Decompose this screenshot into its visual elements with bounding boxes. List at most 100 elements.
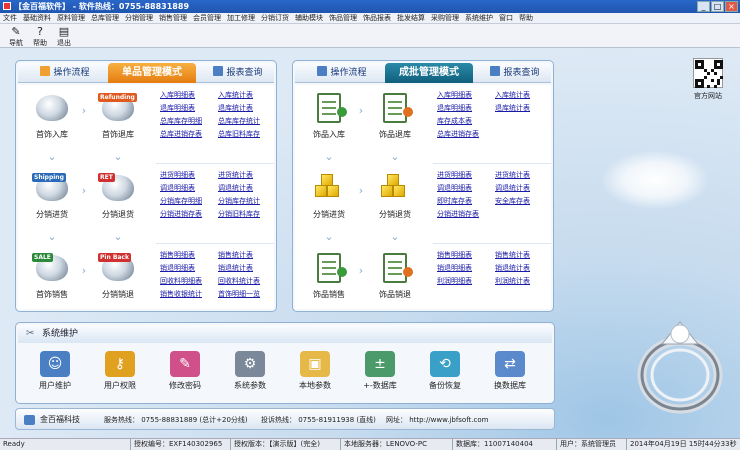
report-link[interactable]: 退库明细表 (437, 102, 472, 114)
report-link[interactable]: 退库明细表 (160, 102, 195, 114)
report-link[interactable]: 退库统计表 (495, 102, 530, 114)
report-link[interactable]: 销售统计表 (218, 249, 253, 261)
close-button[interactable]: × (725, 1, 738, 12)
qr-code[interactable] (693, 58, 723, 88)
report-link[interactable]: 进货统计表 (218, 169, 253, 181)
menu-item[interactable]: 帮助 (516, 13, 536, 24)
report-link[interactable]: 分销旧料库存 (218, 208, 260, 220)
flow-step[interactable]: 首饰入库 (28, 91, 76, 147)
backup-button[interactable]: ⟲ 备份恢复 (418, 351, 472, 399)
report-link[interactable]: 入库明细表 (160, 89, 195, 101)
gear-icon: ⚙ (235, 351, 265, 377)
report-link[interactable]: 总库旧料库存 (218, 128, 260, 140)
report-link[interactable]: 入库统计表 (495, 89, 530, 101)
report-link[interactable]: 分销库存统计 (218, 195, 260, 207)
report-link[interactable]: 调退统计表 (495, 182, 530, 194)
report-link[interactable]: 总库进销存表 (437, 128, 479, 140)
report-link[interactable]: 调退明细表 (160, 182, 195, 194)
flow-step[interactable]: Refunding 首饰退库 (94, 91, 142, 147)
report-link[interactable]: 总库库存明细 (160, 115, 202, 127)
report-link[interactable]: 销售明细表 (437, 249, 472, 261)
flow-step[interactable]: Shipping 分销进货 (28, 171, 76, 227)
menu-item[interactable]: 饰品报表 (360, 13, 394, 24)
jewelry-icon: Refunding (96, 91, 140, 127)
report-link[interactable]: 回收料统计表 (218, 275, 260, 287)
report-link[interactable]: 调退统计表 (218, 182, 253, 194)
menu-item[interactable]: 销售管理 (156, 13, 190, 24)
report-link[interactable]: 利润统计表 (495, 275, 530, 287)
flow-step[interactable]: RET 分销退货 (94, 171, 142, 227)
folder-button[interactable]: ▣ 本地参数 (288, 351, 342, 399)
report-link[interactable]: 入库明细表 (437, 89, 472, 101)
report-link[interactable]: 总库库存统计 (218, 115, 260, 127)
menu-item[interactable]: 总库管理 (88, 13, 122, 24)
flow-step[interactable]: 分销退货 (371, 171, 419, 227)
report-link[interactable]: 进货明细表 (437, 169, 472, 181)
flow-step[interactable]: SALE 首饰销售 (28, 251, 76, 307)
menu-item[interactable]: 会员管理 (190, 13, 224, 24)
toolbar-exit-button[interactable]: ▤ 退出 (52, 26, 76, 48)
menu-item[interactable]: 文件 (0, 13, 20, 24)
report-link[interactable]: 库存成本表 (437, 115, 472, 127)
tab-report-query[interactable]: 报表查询 (204, 63, 272, 83)
report-link[interactable]: 入库统计表 (218, 89, 253, 101)
menu-item[interactable]: 系统维护 (462, 13, 496, 24)
menu-item[interactable]: 饰品管理 (326, 13, 360, 24)
report-link[interactable]: 调退明细表 (437, 182, 472, 194)
flow-step[interactable]: 饰品销退 (371, 251, 419, 307)
switch-db-button[interactable]: ⇄ 换数据库 (483, 351, 537, 399)
clip-line (388, 107, 402, 109)
tab-operation-flow[interactable]: 操作流程 (30, 63, 100, 83)
menu-item[interactable]: 基础资料 (20, 13, 54, 24)
tab-single-mode[interactable]: 单品管理模式 (108, 63, 196, 83)
report-link[interactable]: 安全库存表 (495, 195, 530, 207)
minimize-button[interactable]: _ (697, 1, 710, 12)
user-button[interactable]: ☺ 用户维护 (28, 351, 82, 399)
toolbar-label: 导航 (9, 39, 23, 47)
flow-step[interactable]: 饰品入库 (305, 91, 353, 147)
maximize-button[interactable]: □ (711, 1, 724, 12)
report-link[interactable]: 即时库存表 (437, 195, 472, 207)
menu-item[interactable]: 采购管理 (428, 13, 462, 24)
menu-item[interactable]: 分销订货 (258, 13, 292, 24)
report-link[interactable]: 销退明细表 (437, 262, 472, 274)
report-link[interactable]: 总库进销存表 (160, 128, 202, 140)
database-button[interactable]: ± +-数据库 (353, 351, 407, 399)
report-link[interactable]: 销售明细表 (160, 249, 195, 261)
flow-step[interactable]: Pin Back 分销销退 (94, 251, 142, 307)
menu-item[interactable]: 批发结算 (394, 13, 428, 24)
key-button[interactable]: ⚷ 用户权限 (93, 351, 147, 399)
flow-step[interactable]: 饰品退库 (371, 91, 419, 147)
report-link[interactable]: 利润明细表 (437, 275, 472, 287)
report-link[interactable]: 回收料明细表 (160, 275, 202, 287)
menu-item[interactable]: 窗口 (496, 13, 516, 24)
tab-operation-flow-batch[interactable]: 操作流程 (307, 63, 377, 83)
password-button[interactable]: ✎ 修改密码 (158, 351, 212, 399)
flow-step[interactable]: 饰品销售 (305, 251, 353, 307)
toolbar-help-button[interactable]: ? 帮助 (28, 26, 52, 48)
website[interactable]: 网址： http://www.jbfsoft.com (386, 409, 488, 431)
gear-button[interactable]: ⚙ 系统参数 (223, 351, 277, 399)
report-link[interactable]: 销售统计表 (495, 249, 530, 261)
report-link[interactable]: 首饰明细一览 (218, 288, 260, 300)
report-link[interactable]: 销退明细表 (160, 262, 195, 274)
folder-icon: ▣ (300, 351, 330, 377)
report-link[interactable]: 销退统计表 (218, 262, 253, 274)
tab-batch-mode[interactable]: 成批管理模式 (385, 63, 473, 83)
report-link[interactable]: 进货统计表 (495, 169, 530, 181)
report-link[interactable]: 分销进销存表 (437, 208, 479, 220)
report-link[interactable]: 分销进销存表 (160, 208, 202, 220)
report-link[interactable]: 分销库存明细 (160, 195, 202, 207)
menu-item[interactable]: 加工修理 (224, 13, 258, 24)
report-link[interactable]: 进货明细表 (160, 169, 195, 181)
goods-icon (373, 91, 417, 127)
flow-step[interactable]: 分销进货 (305, 171, 353, 227)
toolbar-navigate-button[interactable]: ✎ 导航 (4, 26, 28, 48)
report-link[interactable]: 销退统计表 (495, 262, 530, 274)
menu-item[interactable]: 原料管理 (54, 13, 88, 24)
menu-item[interactable]: 辅助模块 (292, 13, 326, 24)
tab-report-query-batch[interactable]: 报表查询 (481, 63, 549, 83)
report-link[interactable]: 销售收银统计 (160, 288, 202, 300)
report-link[interactable]: 退库统计表 (218, 102, 253, 114)
menu-item[interactable]: 分销管理 (122, 13, 156, 24)
